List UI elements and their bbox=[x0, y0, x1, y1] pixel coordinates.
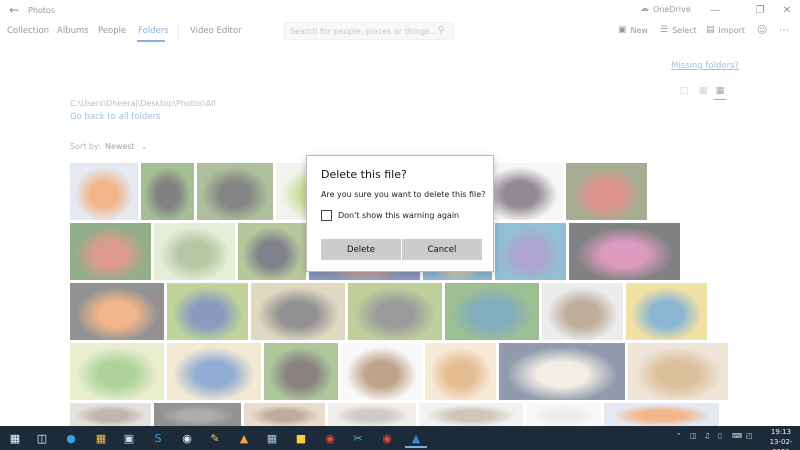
network-icon[interactable]: ◫ bbox=[690, 432, 697, 440]
dont-show-label[interactable]: Don't show this warning again bbox=[338, 211, 459, 220]
adobe-app-icon[interactable]: ▲ bbox=[235, 429, 253, 447]
snipping-tool-icon[interactable]: ✂ bbox=[349, 429, 367, 447]
dialog-title: Delete this file? bbox=[321, 168, 407, 181]
battery-icon[interactable]: ▯ bbox=[718, 432, 722, 440]
sticky-notes-icon[interactable]: ■ bbox=[292, 429, 310, 447]
skype-icon[interactable]: S bbox=[149, 429, 167, 447]
clock[interactable]: 19:13 13-02-2021 bbox=[762, 427, 800, 450]
brush-app-icon[interactable]: ✎ bbox=[206, 429, 224, 447]
windows-start-icon[interactable]: ▦ bbox=[6, 429, 24, 447]
paint-icon[interactable]: ◉ bbox=[178, 429, 196, 447]
photos-app-icon[interactable]: ▲ bbox=[407, 429, 425, 447]
language-icon[interactable]: ◰ bbox=[746, 432, 753, 440]
cancel-button[interactable]: Cancel bbox=[402, 239, 482, 260]
calculator-icon[interactable]: ▦ bbox=[263, 429, 281, 447]
delete-dialog: Delete this file? Are you sure you want … bbox=[306, 155, 494, 272]
chrome-icon[interactable]: ◉ bbox=[378, 429, 396, 447]
clock-time: 19:13 bbox=[770, 428, 792, 436]
task-view-icon[interactable]: ◫ bbox=[33, 429, 51, 447]
store-icon[interactable]: ▣ bbox=[120, 429, 138, 447]
file-explorer-icon[interactable]: ▦ bbox=[92, 429, 110, 447]
tray-chevron-icon[interactable]: ⌃ bbox=[676, 432, 682, 440]
dialog-message: Are you sure you want to delete this fil… bbox=[321, 190, 486, 199]
clock-date: 13-02-2021 bbox=[769, 438, 793, 450]
dont-show-checkbox[interactable] bbox=[321, 210, 332, 221]
keyboard-icon[interactable]: ⌨ bbox=[732, 432, 742, 440]
volume-icon[interactable]: ♫ bbox=[704, 432, 710, 440]
edge-icon[interactable]: ● bbox=[62, 429, 80, 447]
delete-button[interactable]: Delete bbox=[321, 239, 401, 260]
active-app-indicator bbox=[405, 446, 427, 448]
chrome-icon[interactable]: ◉ bbox=[321, 429, 339, 447]
